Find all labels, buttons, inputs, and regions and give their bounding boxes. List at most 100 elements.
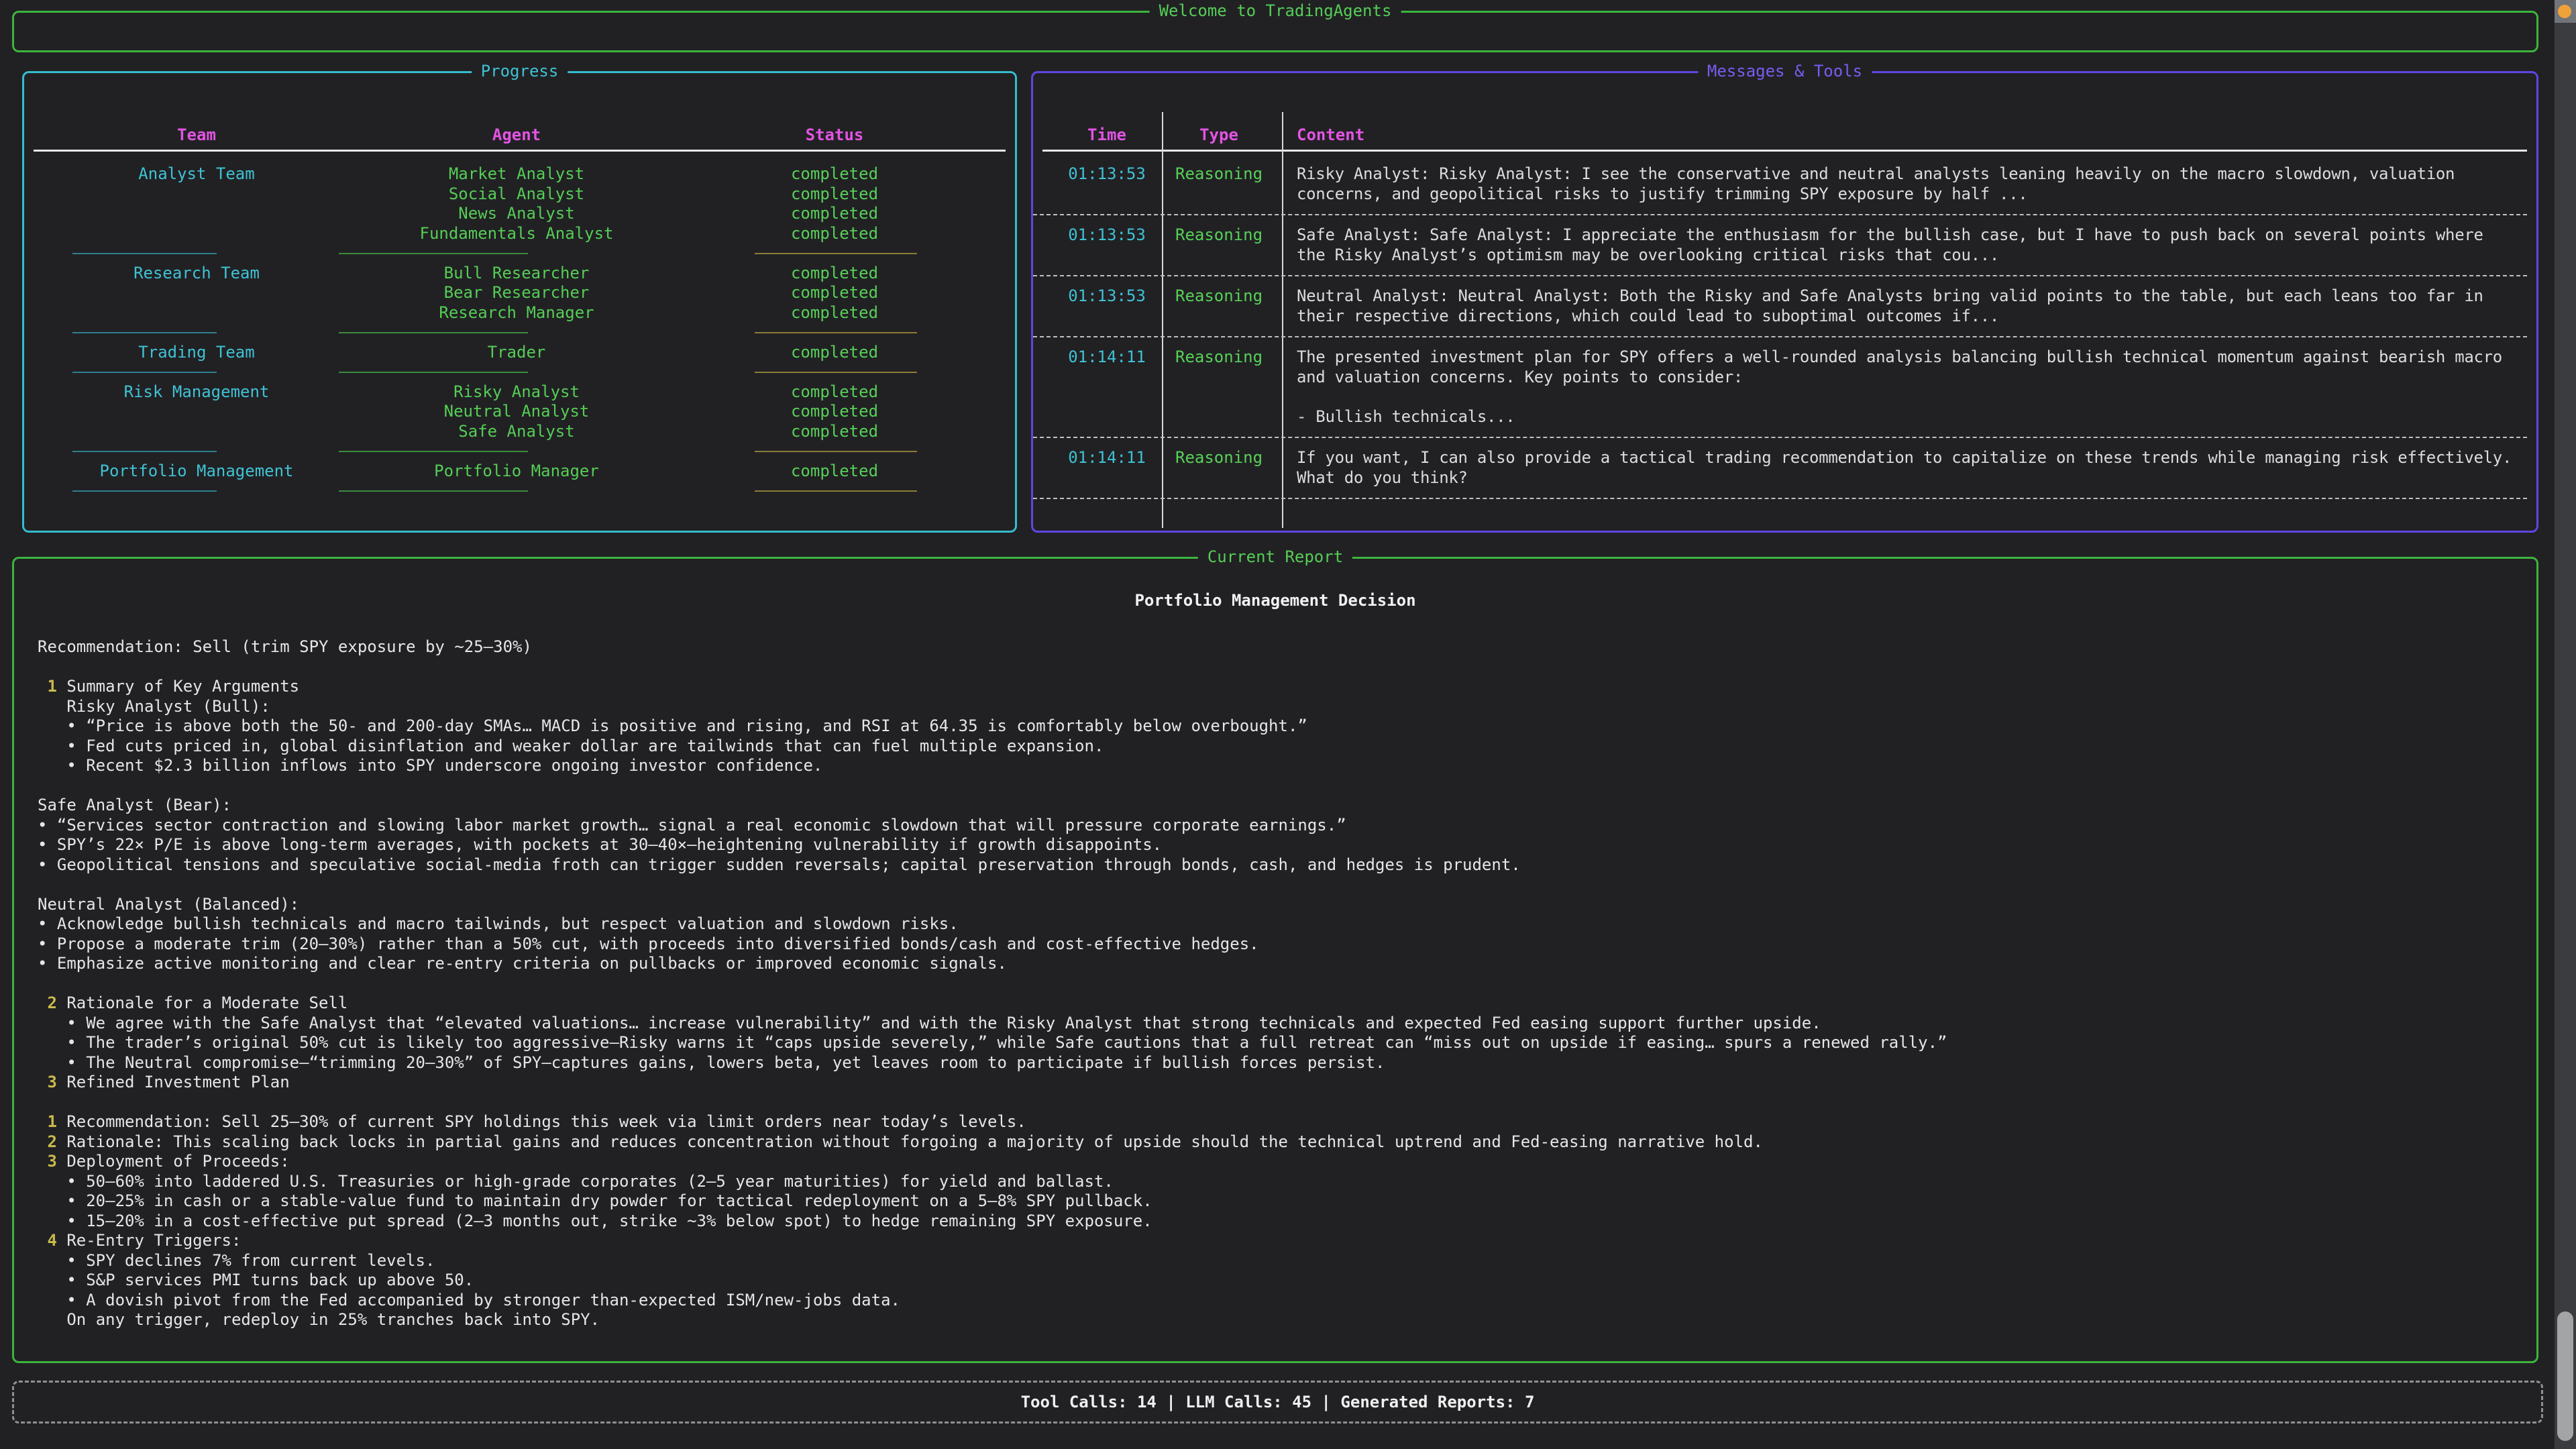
- messages-table-header: Time Type Content: [1033, 125, 2536, 146]
- report-list-number: 4: [47, 1231, 56, 1251]
- progress-agent-name: Research Manager: [339, 303, 694, 323]
- message-content-line: concerns, and geopolitical risks to just…: [1297, 184, 2534, 205]
- report-line: •50–60% into laddered U.S. Treasuries or…: [38, 1172, 2523, 1192]
- separator-line: [72, 490, 217, 492]
- message-row[interactable]: 01:14:11ReasoningThe presented investmen…: [1033, 337, 2527, 438]
- report-line: •Geopolitical tensions and speculative s…: [38, 855, 2523, 875]
- footer-stats-text: Tool Calls: 14 | LLM Calls: 45 | Generat…: [14, 1383, 2541, 1421]
- bullet-icon: •: [38, 914, 47, 934]
- message-content-line: Neutral Analyst: Neutral Analyst: Both t…: [1297, 286, 2534, 307]
- report-line: •Emphasize active monitoring and clear r…: [38, 954, 2523, 974]
- messages-col-time: Time: [1060, 125, 1154, 146]
- progress-status-value: completed: [727, 303, 942, 323]
- progress-agent-name: Neutral Analyst: [339, 402, 694, 422]
- message-time: 01:13:53: [1060, 286, 1154, 307]
- separator-line: [339, 451, 528, 452]
- separator-line: [72, 372, 217, 373]
- progress-status-value: completed: [727, 422, 942, 442]
- separator-line: [72, 451, 217, 452]
- progress-table-body: Analyst Team Market Analyst completed Socia…: [24, 164, 1015, 501]
- record-indicator-icon: [2558, 5, 2571, 18]
- report-line: 4Re-Entry Triggers:: [38, 1231, 2523, 1251]
- progress-agent-name: Safe Analyst: [339, 422, 694, 442]
- progress-row: Safe Analyst completed: [24, 422, 1015, 442]
- scrollbar-thumb[interactable]: [2557, 1311, 2573, 1441]
- report-list-number: 3: [47, 1073, 56, 1093]
- message-content: Safe Analyst: Safe Analyst: I appreciate…: [1297, 225, 2534, 265]
- progress-agent-name: Social Analyst: [339, 184, 694, 205]
- separator-line: [339, 372, 528, 373]
- separator-line: [339, 490, 528, 492]
- bullet-icon: •: [66, 1033, 76, 1053]
- message-content-line: - Bullish technicals...: [1297, 407, 2534, 427]
- report-line: Neutral Analyst (Balanced):: [38, 895, 2523, 915]
- report-line: •The trader’s original 50% cut is likely…: [38, 1033, 2523, 1053]
- report-line: 3Deployment of Proceeds:: [38, 1152, 2523, 1172]
- bullet-icon: •: [38, 835, 47, 855]
- progress-agent-name: Market Analyst: [339, 164, 694, 184]
- current-report-panel-title: Current Report: [1198, 547, 1352, 568]
- footer-stats-panel: Tool Calls: 14 | LLM Calls: 45 | Generat…: [12, 1381, 2543, 1424]
- scrollbar-top-button[interactable]: [2555, 0, 2576, 23]
- message-row[interactable]: 01:13:53ReasoningRisky Analyst: Risky An…: [1033, 154, 2527, 215]
- progress-table-header: Team Agent Status: [24, 125, 1015, 146]
- report-line: •15–20% in a cost-effective put spread (…: [38, 1212, 2523, 1232]
- message-content-line: their respective directions, which could…: [1297, 307, 2534, 327]
- report-line: 2Rationale for a Moderate Sell: [38, 994, 2523, 1014]
- progress-col-agent: Agent: [339, 125, 694, 146]
- message-content-line: and valuation concerns. Key points to co…: [1297, 368, 2534, 388]
- report-list-number: 1: [47, 1112, 56, 1132]
- progress-team-name: Analyst Team: [72, 164, 321, 184]
- message-content: Risky Analyst: Risky Analyst: I see the …: [1297, 164, 2534, 204]
- progress-group-separator: [24, 441, 1015, 462]
- progress-agent-name: Trader: [339, 343, 694, 363]
- message-type: Reasoning: [1175, 448, 1263, 468]
- separator-line: [755, 332, 917, 333]
- message-time: 01:14:11: [1060, 347, 1154, 368]
- progress-row: Analyst Team Market Analyst completed: [24, 164, 1015, 184]
- progress-team-name: Risk Management: [72, 382, 321, 402]
- report-line: Safe Analyst (Bear):: [38, 796, 2523, 816]
- progress-row: Bear Researchercompleted: [24, 283, 1015, 303]
- message-content-line: [1297, 387, 2534, 407]
- bullet-icon: •: [66, 1251, 76, 1271]
- progress-status-value: completed: [727, 283, 942, 303]
- message-row[interactable]: 01:14:11ReasoningIf you want, I can also…: [1033, 438, 2527, 499]
- message-content-line: What do you think?: [1297, 468, 2534, 488]
- progress-status-value: completed: [727, 164, 942, 184]
- report-list-number: 3: [47, 1152, 56, 1172]
- progress-panel-title: Progress: [472, 62, 568, 82]
- bullet-icon: •: [38, 816, 47, 836]
- progress-row: Trading TeamTradercompleted: [24, 343, 1015, 363]
- progress-agent-name: News Analyst: [339, 204, 694, 224]
- progress-status-value: completed: [727, 224, 942, 244]
- message-content: If you want, I can also provide a tactic…: [1297, 448, 2534, 488]
- message-content-line: Safe Analyst: Safe Analyst: I appreciate…: [1297, 225, 2534, 246]
- progress-team-name: Research Team: [72, 264, 321, 284]
- bullet-icon: •: [66, 716, 76, 737]
- report-line: •A dovish pivot from the Fed accompanied…: [38, 1291, 2523, 1311]
- progress-status-value: completed: [727, 343, 942, 363]
- report-line: •We agree with the Safe Analyst that “el…: [38, 1014, 2523, 1034]
- report-line: •“Price is above both the 50- and 200-da…: [38, 716, 2523, 737]
- scrollbar[interactable]: [2555, 0, 2576, 1449]
- message-row[interactable]: 01:13:53ReasoningNeutral Analyst: Neutra…: [1033, 276, 2527, 337]
- messages-tools-panel: Messages & Tools Time Type Content 01:13…: [1031, 71, 2538, 533]
- report-line: 1Summary of Key Arguments: [38, 677, 2523, 697]
- progress-status-value: completed: [727, 264, 942, 284]
- separator-line: [755, 490, 917, 492]
- report-list-number: 2: [47, 1132, 56, 1152]
- report-line: •20–25% in cash or a stable-value fund t…: [38, 1191, 2523, 1212]
- progress-group-separator: [24, 323, 1015, 343]
- message-type: Reasoning: [1175, 286, 1263, 307]
- message-row[interactable]: 01:13:53ReasoningSafe Analyst: Safe Anal…: [1033, 215, 2527, 276]
- progress-row: Neutral Analystcompleted: [24, 402, 1015, 422]
- progress-group-separator: [24, 244, 1015, 264]
- bullet-icon: •: [38, 934, 47, 955]
- message-type: Reasoning: [1175, 347, 1263, 368]
- report-line: [38, 1093, 2523, 1113]
- progress-row: Fundamentals Analystcompleted: [24, 224, 1015, 244]
- report-line: Recommendation: Sell (trim SPY exposure …: [38, 637, 2523, 657]
- report-line: •S&P services PMI turns back up above 50…: [38, 1271, 2523, 1291]
- report-heading: Portfolio Management Decision: [14, 591, 2536, 611]
